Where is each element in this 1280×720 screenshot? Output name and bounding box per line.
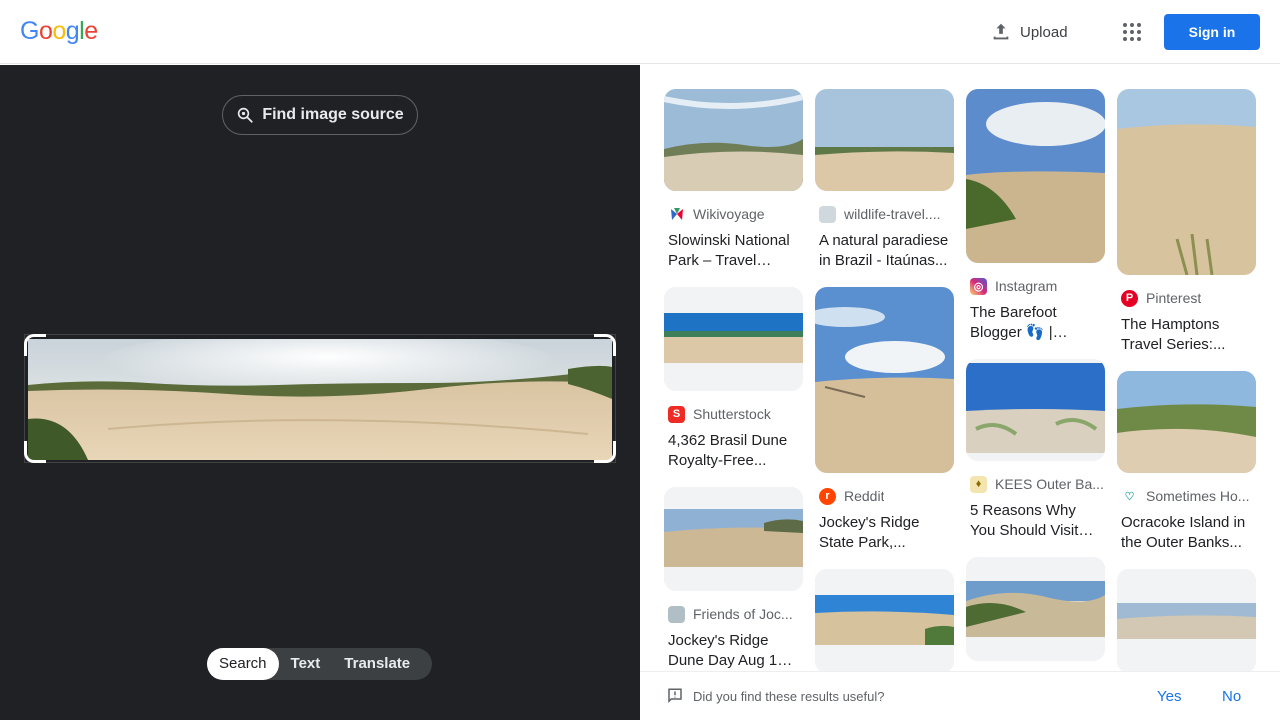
find-image-source-label: Find image source [262,106,404,123]
result-title[interactable]: Slowinski National Park – Travel guid... [664,231,803,271]
result-source-name: wildlife-travel.... [844,206,941,222]
sometimes-home-icon: ♡ [1124,490,1135,503]
result-source-name: Shutterstock [693,406,771,422]
result-card[interactable]: S Shutterstock 4,362 Brasil Dune Royalty… [664,287,803,471]
result-card[interactable]: r Reddit Jockey's Ridge State Park,... [815,287,954,553]
sign-in-button[interactable]: Sign in [1164,14,1260,50]
result-thumbnail[interactable] [1117,569,1256,671]
tab-translate[interactable]: Translate [332,648,422,680]
result-source: ♦ KEES Outer Ba... [966,475,1105,493]
find-image-source-button[interactable]: Find image source [222,95,418,135]
result-thumbnail[interactable] [1117,89,1256,275]
result-title[interactable]: The Barefoot Blogger 👣 | Wind... [966,303,1105,343]
result-title[interactable]: Jockey's Ridge Dune Day Aug 14! ... [664,631,803,671]
result-title[interactable]: 5 Reasons Why You Should Visit Cape... [966,501,1105,541]
result-thumbnail[interactable] [815,89,954,191]
result-title[interactable]: A natural paradiese in Brazil - Itaúnas.… [815,231,954,271]
result-thumbnail[interactable] [815,287,954,473]
query-image-pane: Find image source Search Text Translate [0,65,640,720]
result-card[interactable]: P Pinterest The Hamptons Travel Series:.… [1117,89,1256,355]
feedback-yes-button[interactable]: Yes [1157,688,1181,705]
reddit-icon: r [819,487,836,505]
result-thumbnail[interactable] [966,557,1105,661]
result-title[interactable]: Ocracoke Island in the Outer Banks... [1117,513,1256,553]
results-column: wildlife-travel.... A natural paradiese … [815,89,954,671]
result-card[interactable] [966,557,1105,661]
result-card[interactable] [815,569,954,671]
result-card[interactable]: ◎ Instagram The Barefoot Blogger 👣 | Win… [966,89,1105,343]
upload-icon [993,23,1009,40]
wikivoyage-icon [668,206,685,223]
result-card[interactable] [1117,569,1256,671]
results-column: P Pinterest The Hamptons Travel Series:.… [1117,89,1256,671]
result-source: r Reddit [815,487,954,505]
google-logo[interactable]: Google [20,17,98,46]
friends-icon [668,605,685,623]
logo-letter: o [38,17,53,45]
crop-handle-bottom-left[interactable] [24,441,46,463]
result-thumbnail[interactable] [664,487,803,591]
result-card[interactable]: Wikivoyage Slowinski National Park – Tra… [664,89,803,271]
results-column: Wikivoyage Slowinski National Park – Tra… [664,89,803,671]
feedback-no-button[interactable]: No [1222,688,1241,705]
result-source-name: Sometimes Ho... [1146,488,1250,504]
result-title[interactable]: The Hamptons Travel Series:... [1117,315,1256,355]
logo-letter: e [84,17,98,45]
lens-search-icon [238,107,253,123]
instagram-icon: ◎ [970,277,987,295]
result-source-name: Wikivoyage [693,206,765,222]
result-title[interactable]: 4,362 Brasil Dune Royalty-Free... [664,431,803,471]
results-column: ◎ Instagram The Barefoot Blogger 👣 | Win… [966,89,1105,671]
upload-label: Upload [1020,23,1068,41]
result-source-name: Pinterest [1146,290,1202,306]
feedback-icon [668,688,682,704]
logo-letter: g [65,17,80,45]
visual-matches-grid: Wikivoyage Slowinski National Park – Tra… [640,65,1280,671]
result-thumbnail[interactable] [1117,371,1256,473]
result-card[interactable]: ♦ KEES Outer Ba... 5 Reasons Why You Sho… [966,359,1105,541]
result-card[interactable]: wildlife-travel.... A natural paradiese … [815,89,954,271]
crop-selection[interactable] [24,334,616,463]
result-source-name: Instagram [995,278,1058,294]
result-source: ◎ Instagram [966,277,1105,295]
apps-grid-icon[interactable] [1118,18,1146,46]
logo-letter: o [52,17,66,45]
result-source: Friends of Joc... [664,605,803,623]
result-thumbnail[interactable] [966,359,1105,461]
shutterstock-icon: S [668,405,685,423]
top-header: Google Upload Sign in [0,0,1280,64]
result-thumbnail[interactable] [664,89,803,191]
wildlife-travel-icon [819,205,836,223]
crop-handle-top-right[interactable] [594,334,616,356]
mode-switcher: Search Text Translate [207,648,432,680]
result-thumbnail[interactable] [966,89,1105,263]
result-thumbnail[interactable] [664,287,803,391]
result-title[interactable]: Jockey's Ridge State Park,... [815,513,954,553]
result-source: P Pinterest [1117,289,1256,307]
result-thumbnail[interactable] [815,569,954,671]
crop-handle-top-left[interactable] [24,334,46,356]
result-card[interactable]: ♡ Sometimes Ho... Ocracoke Island in the… [1117,371,1256,553]
result-source-name: KEES Outer Ba... [995,476,1104,492]
feedback-question: Did you find these results useful? [693,689,885,704]
result-source: wildlife-travel.... [815,205,954,223]
tab-text[interactable]: Text [279,648,333,680]
result-source: S Shutterstock [664,405,803,423]
pinterest-icon: P [1121,289,1138,307]
result-source: ♡ Sometimes Ho... [1117,487,1256,505]
logo-letter: G [20,17,39,45]
upload-button[interactable]: Upload [990,18,1068,46]
kees-icon: ♦ [970,475,987,493]
result-source: Wikivoyage [664,205,803,223]
tab-search[interactable]: Search [207,648,279,680]
result-card[interactable]: Friends of Joc... Jockey's Ridge Dune Da… [664,487,803,671]
result-source-name: Reddit [844,488,885,504]
result-source-name: Friends of Joc... [693,606,793,622]
feedback-bar: Did you find these results useful? Yes N… [640,671,1280,720]
crop-handle-bottom-right[interactable] [594,441,616,463]
